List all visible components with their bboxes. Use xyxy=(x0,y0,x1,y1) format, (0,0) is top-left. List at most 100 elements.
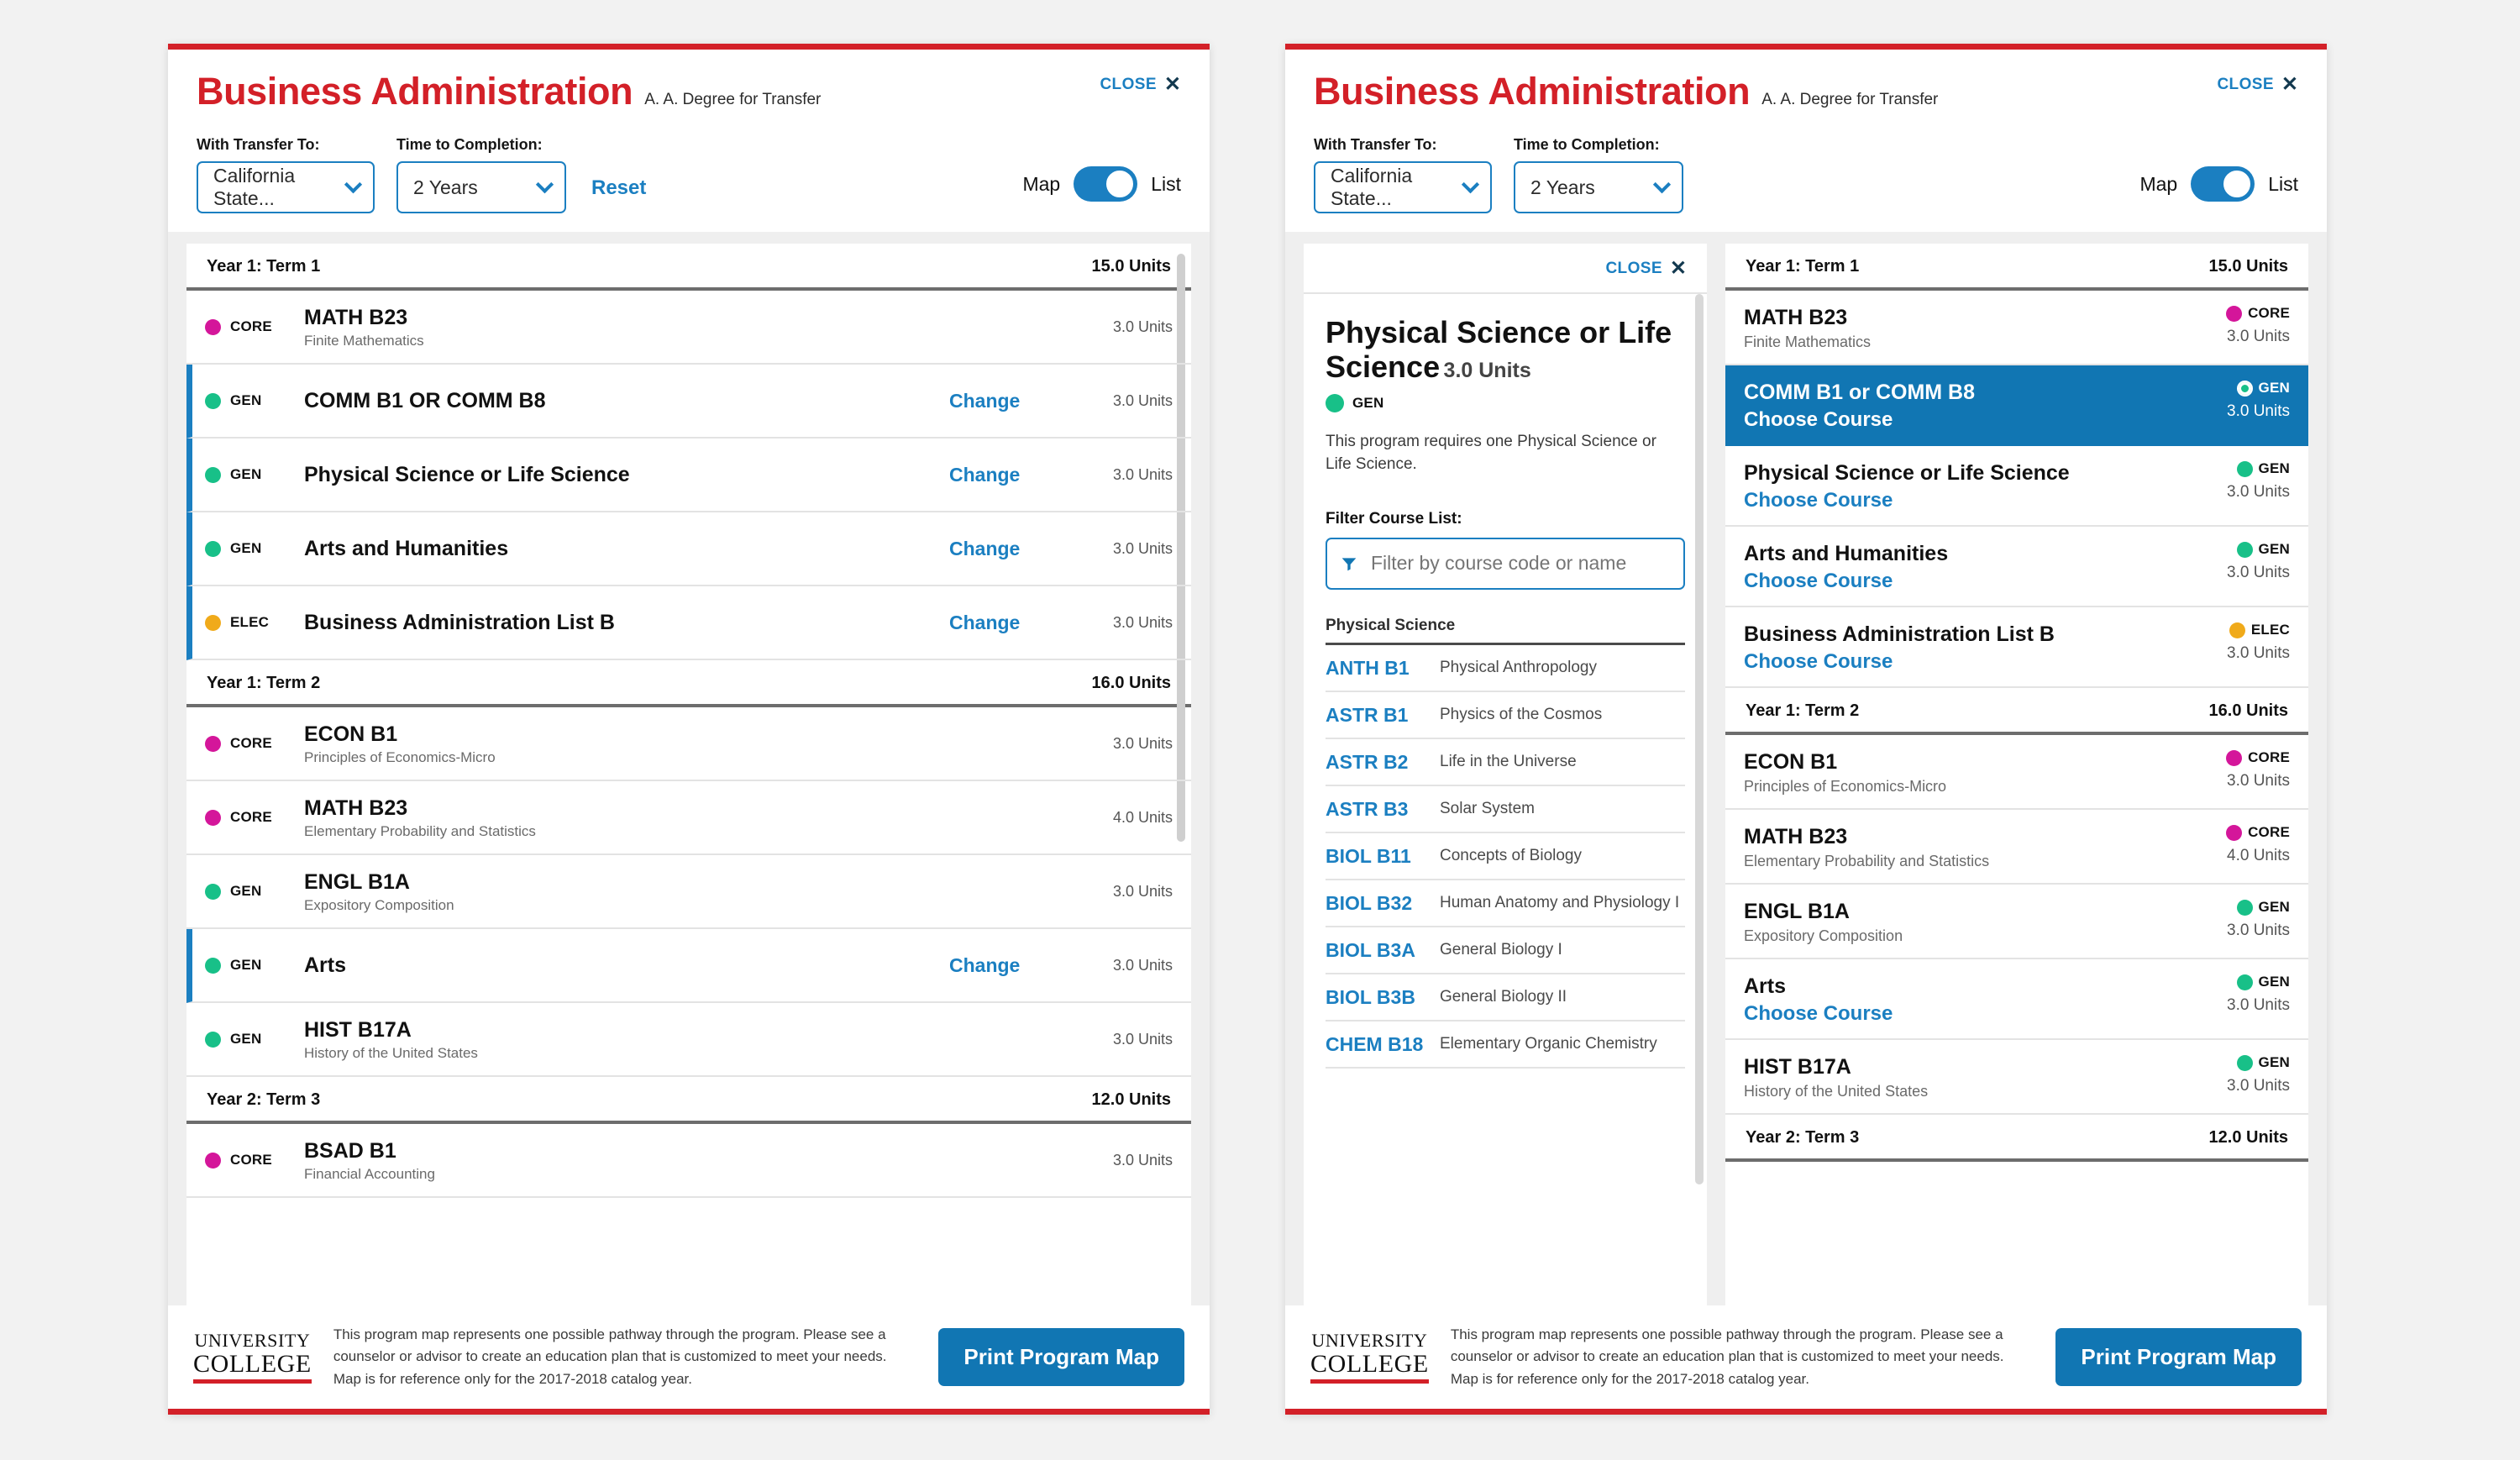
term-header: Year 1: Term 1 15.0 Units xyxy=(1725,244,2308,291)
category-label: GEN xyxy=(230,883,262,900)
course-row[interactable]: ECON B1 Principles of Economics-Micro CORE… xyxy=(1725,735,2308,811)
toggle-switch[interactable] xyxy=(1074,166,1138,202)
course-row[interactable]: HIST B17A History of the United States GEN… xyxy=(1725,1040,2308,1116)
transfer-select[interactable]: California State... xyxy=(197,161,375,214)
course-category-badge: ELEC xyxy=(2227,622,2290,638)
course-row[interactable]: GEN COMM B1 OR COMM B8 Change 3.0 Units xyxy=(186,365,1191,439)
close-button[interactable]: CLOSE ✕ xyxy=(1100,75,1181,95)
change-link[interactable]: Change xyxy=(949,538,1092,560)
core-dot-icon xyxy=(205,735,221,752)
course-row[interactable]: CORE BSAD B1 Financial Accounting 3.0 Units xyxy=(186,1124,1191,1199)
change-link[interactable]: Change xyxy=(949,464,1092,486)
course-row[interactable]: CORE MATH B23 Elementary Probability and S… xyxy=(186,781,1191,856)
gen-dot-icon xyxy=(2236,541,2253,558)
course-name: General Biology I xyxy=(1440,940,1562,958)
toggle-switch[interactable] xyxy=(2191,166,2255,202)
course-code-link[interactable]: BIOL B32 xyxy=(1326,892,1440,915)
course-row[interactable]: GEN Arts Change 3.0 Units xyxy=(186,929,1191,1004)
course-code: Arts and Humanities xyxy=(304,537,509,560)
filter-input-wrap[interactable] xyxy=(1326,537,1685,590)
chooser-course-row[interactable]: ANTH B1 Physical Anthropology xyxy=(1326,645,1685,692)
gen-dot-icon xyxy=(2236,899,2253,916)
choose-course-link[interactable]: Choose Course xyxy=(1744,489,2217,512)
course-code: COMM B1 or COMM B8 xyxy=(1744,381,1975,405)
print-program-map-button[interactable]: Print Program Map xyxy=(2055,1327,2302,1386)
choose-course-link[interactable]: Choose Course xyxy=(1744,570,2217,593)
time-select[interactable]: 2 Years xyxy=(1514,161,1683,214)
chooser-course-row[interactable]: BIOL B32 Human Anatomy and Physiology I xyxy=(1326,880,1685,927)
course-name: History of the United States xyxy=(1744,1083,1929,1100)
course-row[interactable]: Business Administration List B Choose Cou… xyxy=(1725,607,2308,689)
transfer-control: With Transfer To: California State... xyxy=(1314,136,1492,214)
course-name: Expository Composition xyxy=(304,897,454,913)
course-row[interactable]: Arts and Humanities Choose Course GEN 3.0 U… xyxy=(1725,527,2308,608)
university-college-logo: UNIVERSITY COLLEGE xyxy=(1310,1330,1429,1384)
course-row[interactable]: COMM B1 or COMM B8 Choose Course GEN 3.0 Un… xyxy=(1725,365,2308,447)
course-row[interactable]: GEN HIST B17A History of the United States… xyxy=(186,1003,1191,1078)
change-link[interactable]: Change xyxy=(949,390,1092,412)
time-label: Time to Completion: xyxy=(1514,136,1660,154)
scrollbar-thumb[interactable] xyxy=(1695,294,1704,1185)
course-row[interactable]: Arts Choose Course GEN 3.0 Units xyxy=(1725,959,2308,1041)
close-x-icon: ✕ xyxy=(1669,257,1687,281)
page-title: Business Administration xyxy=(197,70,633,113)
chooser-course-row[interactable]: BIOL B11 Concepts of Biology xyxy=(1326,833,1685,880)
choose-course-link[interactable]: Choose Course xyxy=(1744,650,2217,674)
course-category-badge: CORE xyxy=(205,318,304,335)
course-code: Arts xyxy=(1744,974,1787,999)
category-label: GEN xyxy=(2258,541,2290,558)
course-code-link[interactable]: ASTR B3 xyxy=(1326,798,1440,821)
filter-input[interactable] xyxy=(1370,552,1670,575)
term-units: 12.0 Units xyxy=(1091,1090,1171,1110)
course-code-link[interactable]: ASTR B1 xyxy=(1326,704,1440,727)
transfer-select[interactable]: California State... xyxy=(1314,161,1492,214)
change-link[interactable]: Change xyxy=(949,954,1092,977)
course-code-link[interactable]: BIOL B3A xyxy=(1326,939,1440,962)
course-row[interactable]: GEN Arts and Humanities Change 3.0 Units xyxy=(186,512,1191,587)
time-label: Time to Completion: xyxy=(396,136,543,154)
print-program-map-button[interactable]: Print Program Map xyxy=(938,1327,1184,1386)
program-map-panel-left: CLOSE ✕ Business Administration A. A. De… xyxy=(168,44,1210,1415)
reset-button[interactable]: Reset xyxy=(591,176,646,213)
course-row[interactable]: ENGL B1A Expository Composition GEN 3.0 Uni… xyxy=(1725,885,2308,960)
course-code: Physical Science or Life Science xyxy=(304,463,630,486)
course-row[interactable]: MATH B23 Elementary Probability and Stati… xyxy=(1725,810,2308,885)
course-units: 3.0 Units xyxy=(2227,328,2290,346)
course-row[interactable]: Physical Science or Life Science Choose C… xyxy=(1725,446,2308,528)
time-select[interactable]: 2 Years xyxy=(396,161,566,214)
course-code-link[interactable]: BIOL B11 xyxy=(1326,845,1440,868)
choose-course-link[interactable]: Choose Course xyxy=(1744,408,2217,432)
map-list-toggle[interactable]: Map List xyxy=(1022,166,1181,213)
course-code-link[interactable]: ASTR B2 xyxy=(1326,751,1440,774)
course-row[interactable]: CORE MATH B23 Finite Mathematics 3.0 Units xyxy=(186,291,1191,365)
course-category-badge: CORE xyxy=(2226,824,2290,841)
change-link[interactable]: Change xyxy=(949,612,1092,634)
course-row[interactable]: GEN ENGL B1A Expository Composition 3.0 Uni… xyxy=(186,855,1191,930)
close-label: CLOSE xyxy=(1605,260,1662,278)
choose-course-link[interactable]: Choose Course xyxy=(1744,1002,2217,1026)
course-map-list[interactable]: Year 1: Term 1 15.0 Units MATH B23 Finite M… xyxy=(1725,244,2308,1305)
course-code: Physical Science or Life Science xyxy=(1744,461,2070,486)
course-row[interactable]: ELEC Business Administration List B Change… xyxy=(186,586,1191,661)
chooser-course-row[interactable]: BIOL B3A General Biology I xyxy=(1326,927,1685,974)
chooser-course-row[interactable]: BIOL B3B General Biology II xyxy=(1326,974,1685,1021)
chooser-course-row[interactable]: ASTR B2 Life in the Universe xyxy=(1326,739,1685,786)
panel-body: Year 1: Term 1 15.0 Units CORE MATH B23 Fini… xyxy=(168,232,1210,1305)
course-code-link[interactable]: BIOL B3B xyxy=(1326,986,1440,1009)
close-button[interactable]: CLOSE ✕ xyxy=(2217,75,2298,95)
course-row[interactable]: CORE ECON B1 Principles of Economics-Micro… xyxy=(186,707,1191,782)
chooser-course-row[interactable]: ASTR B1 Physics of the Cosmos xyxy=(1326,692,1685,739)
course-row[interactable]: GEN Physical Science or Life Science Chang… xyxy=(186,439,1191,513)
course-map-list[interactable]: Year 1: Term 1 15.0 Units CORE MATH B23 Fini… xyxy=(186,244,1191,1305)
chooser-course-row[interactable]: CHEM B18 Elementary Organic Chemistry xyxy=(1326,1021,1685,1069)
course-row[interactable]: MATH B23 Finite Mathematics CORE 3.0 Units xyxy=(1725,291,2308,366)
chooser-course-row[interactable]: ASTR B3 Solar System xyxy=(1326,786,1685,833)
map-list-toggle[interactable]: Map List xyxy=(2139,166,2298,213)
panel-header: CLOSE ✕ Business Administration A. A. De… xyxy=(168,50,1210,232)
transfer-select-value: California State... xyxy=(213,165,296,210)
course-code-link[interactable]: ANTH B1 xyxy=(1326,657,1440,680)
course-code-link[interactable]: CHEM B18 xyxy=(1326,1033,1440,1056)
course-code: COMM B1 OR COMM B8 xyxy=(304,389,546,412)
chooser-close-button[interactable]: CLOSE ✕ xyxy=(1605,259,1687,279)
close-x-icon: ✕ xyxy=(1163,73,1181,96)
